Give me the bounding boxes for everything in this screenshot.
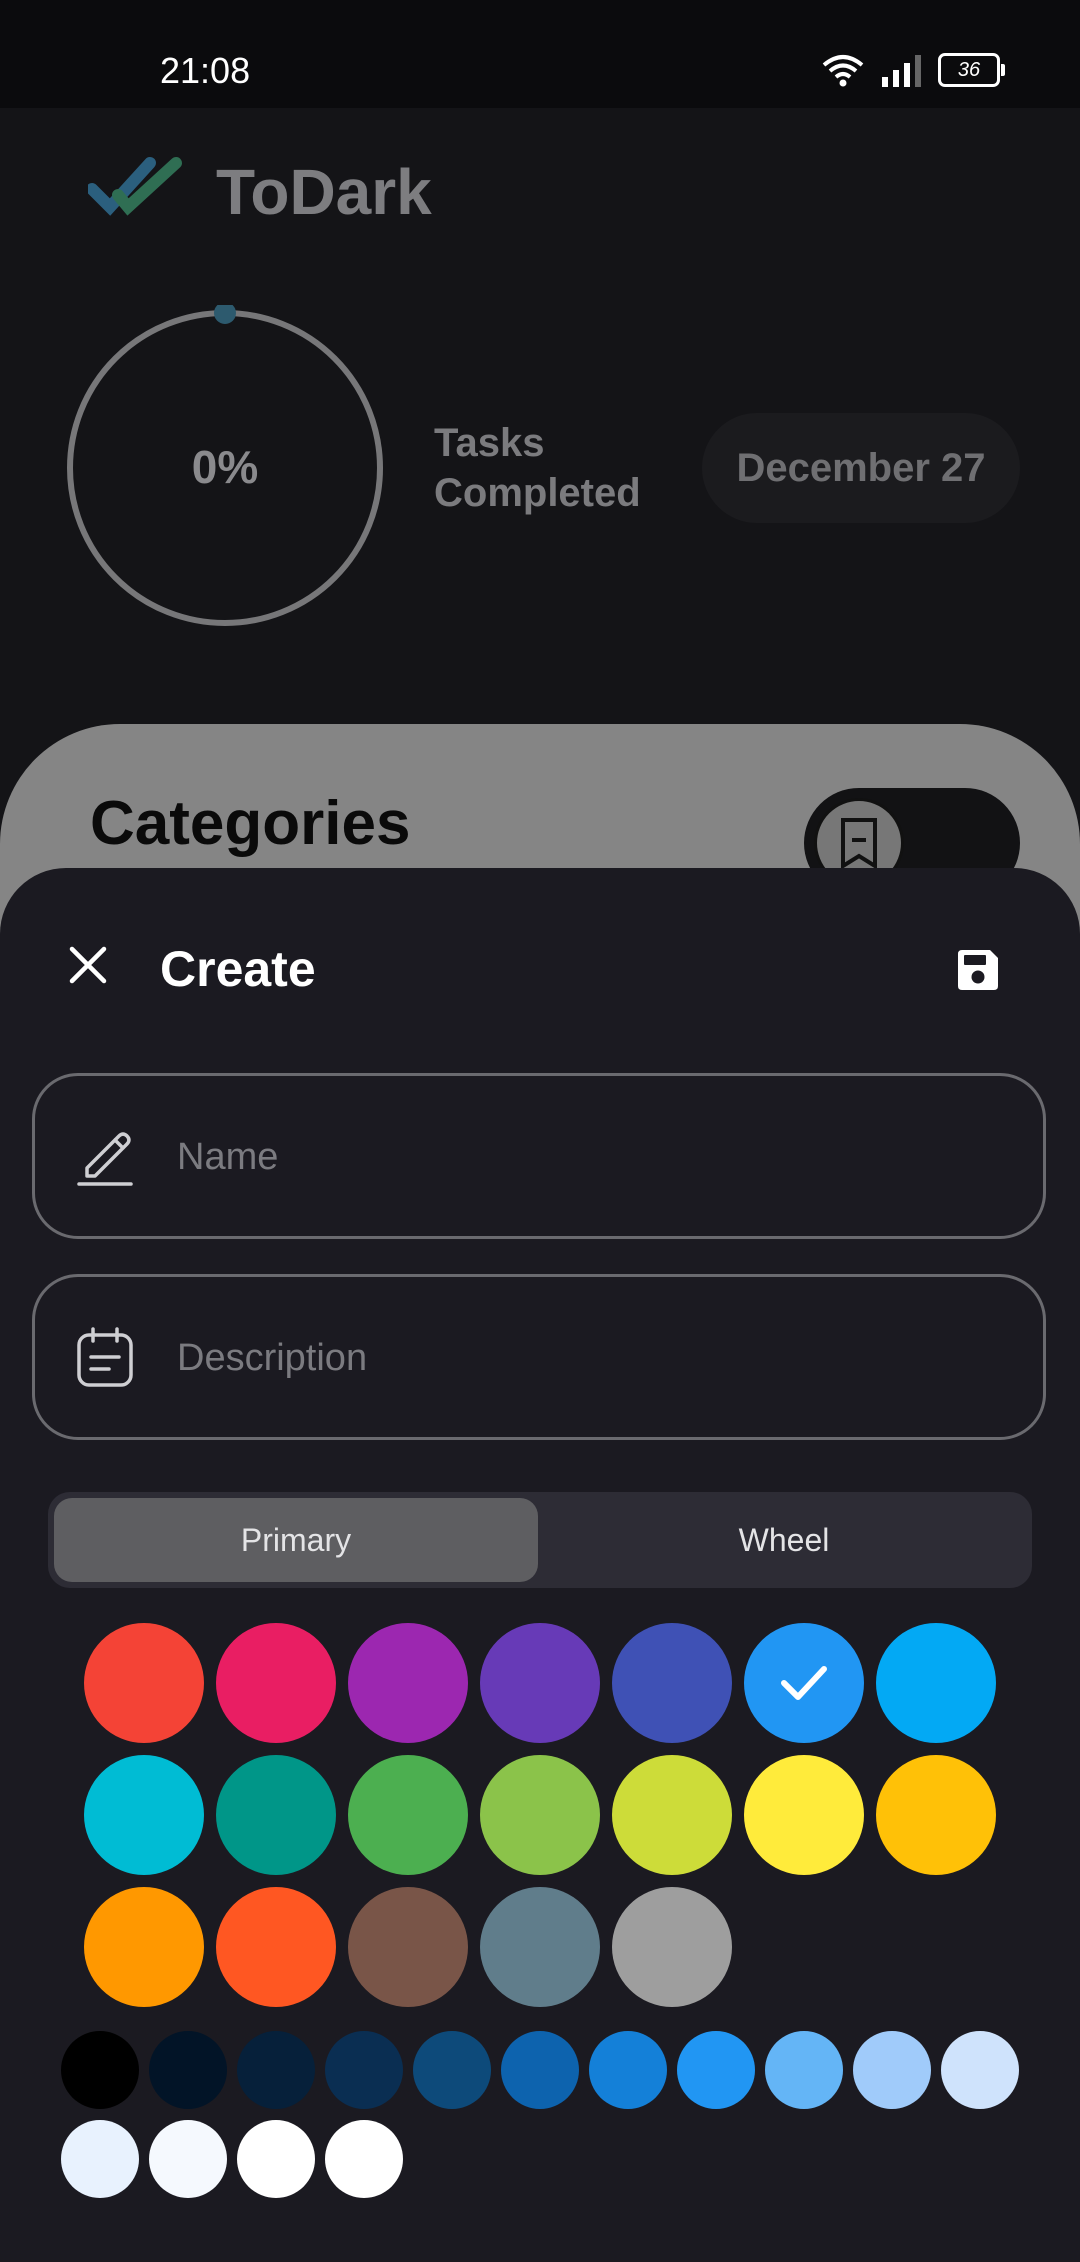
color-swatch[interactable] <box>744 1755 864 1875</box>
battery-icon: 36 <box>938 53 1005 87</box>
shade-swatch[interactable] <box>589 2031 667 2109</box>
color-swatch[interactable] <box>612 1887 732 2007</box>
color-swatch[interactable] <box>612 1623 732 1743</box>
tab-primary[interactable]: Primary <box>54 1498 538 1582</box>
bookmark-tag-icon <box>841 818 877 870</box>
color-mode-tabs: Primary Wheel <box>48 1492 1032 1588</box>
color-swatch[interactable] <box>480 1887 600 2007</box>
color-swatch[interactable] <box>216 1887 336 2007</box>
date-chip[interactable]: December 27 <box>702 413 1020 523</box>
status-icons: 36 <box>820 52 1005 88</box>
app-logo-icon <box>88 157 182 216</box>
color-swatch[interactable] <box>876 1623 996 1743</box>
description-field[interactable] <box>32 1274 1046 1440</box>
color-swatch[interactable] <box>84 1623 204 1743</box>
shade-swatch[interactable] <box>941 2031 1019 2109</box>
shade-swatch[interactable] <box>149 2120 227 2198</box>
signal-icon <box>882 55 921 87</box>
shade-swatch[interactable] <box>325 2031 403 2109</box>
color-swatch[interactable] <box>480 1755 600 1875</box>
shade-swatch[interactable] <box>677 2031 755 2109</box>
color-swatch[interactable] <box>216 1623 336 1743</box>
notepad-icon <box>77 1327 133 1387</box>
shade-swatch[interactable] <box>325 2120 403 2198</box>
progress-indicator <box>214 305 236 324</box>
save-button[interactable] <box>946 938 1010 1002</box>
categories-title: Categories <box>90 789 411 858</box>
shade-swatch[interactable] <box>765 2031 843 2109</box>
save-icon <box>958 950 998 990</box>
check-icon <box>781 1666 827 1700</box>
close-button[interactable] <box>56 933 120 997</box>
name-field[interactable] <box>32 1073 1046 1239</box>
shade-swatch[interactable] <box>61 2031 139 2109</box>
color-swatch[interactable] <box>348 1755 468 1875</box>
color-swatch[interactable] <box>876 1755 996 1875</box>
color-swatch[interactable] <box>348 1887 468 2007</box>
tasks-completed-label: Tasks Completed <box>434 421 641 515</box>
name-input[interactable] <box>175 1116 999 1198</box>
shade-swatch[interactable] <box>413 2031 491 2109</box>
tab-wheel[interactable]: Wheel <box>542 1498 1026 1582</box>
color-swatch[interactable] <box>84 1755 204 1875</box>
shade-swatch[interactable] <box>853 2031 931 2109</box>
color-swatch[interactable] <box>216 1755 336 1875</box>
wifi-icon <box>822 55 864 87</box>
color-swatch[interactable] <box>480 1623 600 1743</box>
color-swatch[interactable] <box>348 1623 468 1743</box>
color-swatch[interactable] <box>744 1623 864 1743</box>
color-swatch[interactable] <box>612 1755 732 1875</box>
battery-level: 36 <box>957 58 981 81</box>
status-time: 21:08 <box>160 50 251 91</box>
description-input[interactable] <box>175 1317 999 1399</box>
status-bar: 21:08 36 <box>0 0 1080 108</box>
shade-swatch[interactable] <box>149 2031 227 2109</box>
shade-swatch[interactable] <box>237 2120 315 2198</box>
close-icon <box>69 946 107 984</box>
pencil-icon <box>77 1132 133 1186</box>
sheet-title: Create <box>160 941 316 997</box>
color-swatch[interactable] <box>84 1887 204 2007</box>
shade-swatch[interactable] <box>501 2031 579 2109</box>
app-title: ToDark <box>216 156 432 228</box>
shade-swatch[interactable] <box>237 2031 315 2109</box>
shade-swatch[interactable] <box>61 2120 139 2198</box>
progress-percent: 0% <box>191 441 259 493</box>
